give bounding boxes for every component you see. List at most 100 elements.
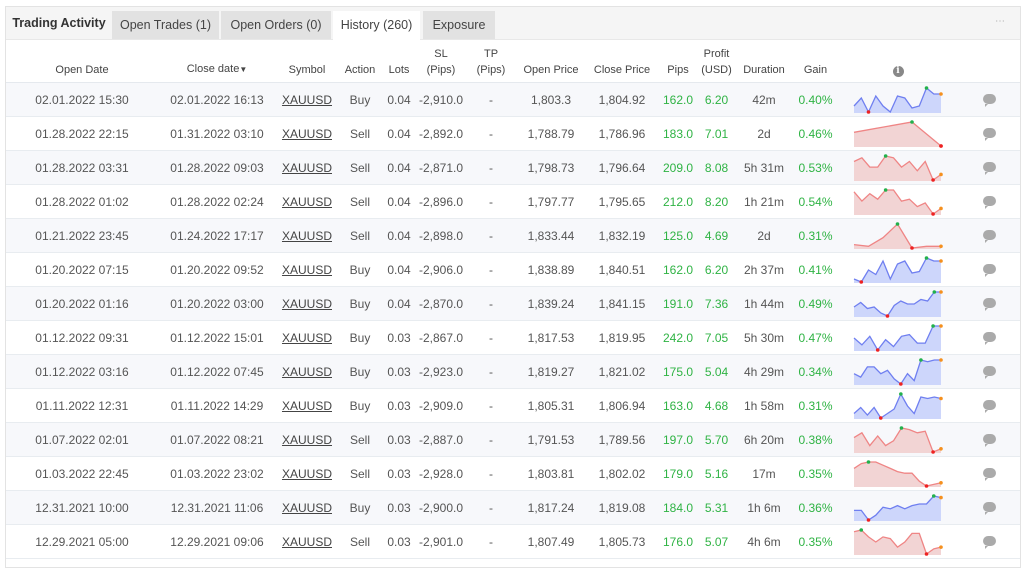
table-row[interactable]: 01.07.2022 02:01 01.07.2022 08:21 XAUUSD Se… [6,422,1020,457]
table-row[interactable]: 01.21.2022 23:45 01.24.2022 17:17 XAUUSD Se… [6,218,1020,253]
trade-sparkline [853,289,943,318]
sl-cell: -2,870.0 [416,286,466,321]
symbol-link-text[interactable]: XAUUSD [282,467,332,481]
col-profit[interactable]: Profit (USD) [698,40,735,83]
comment-icon[interactable] [982,161,996,175]
table-row[interactable]: 01.12.2022 09:31 01.12.2022 15:01 XAUUSD Bu… [6,320,1020,355]
open-date-cell: 01.28.2022 01:02 [6,184,158,219]
profit-cell-text: 5.04 [704,364,729,379]
tab-open-orders[interactable]: Open Orders (0) [221,11,331,39]
table-row[interactable]: 01.11.2022 12:31 01.11.2022 14:29 XAUUSD Bu… [6,388,1020,423]
symbol-link-text[interactable]: XAUUSD [282,501,332,515]
open-price-cell: 1,798.73 [516,150,586,185]
open-price-cell-text: 1,788.79 [527,126,575,141]
duration-cell-text: 42m [752,92,776,107]
tp-cell-text: - [489,126,493,141]
table-row[interactable]: 01.03.2022 22:45 01.03.2022 23:02 XAUUSD Se… [6,456,1020,491]
col-open-price[interactable]: Open Price [516,40,586,83]
col-action[interactable]: Action [338,40,382,83]
col-sl[interactable]: SL (Pips) [416,40,466,83]
tp-cell-text: - [489,500,493,515]
trade-sparkline [853,527,943,556]
col-close-price[interactable]: Close Price [586,40,658,83]
comment-icon[interactable] [982,433,996,447]
more-options-icon[interactable]: ⋯ [995,16,1006,27]
col-tp[interactable]: TP (Pips) [466,40,516,83]
tab-exposure[interactable]: Exposure [423,11,495,39]
comment-icon[interactable] [982,93,996,107]
symbol-link-text[interactable]: XAUUSD [282,161,332,175]
open-price-cell-text: 1,839.24 [527,296,575,311]
table-row[interactable]: 01.20.2022 01:16 01.20.2022 03:00 XAUUSD Bu… [6,286,1020,321]
tp-cell-text: - [489,432,493,447]
close-date-cell-text: 01.03.2022 23:02 [170,466,264,481]
comment-icon[interactable] [982,535,996,549]
table-row[interactable]: 12.31.2021 10:00 12.31.2021 11:06 XAUUSD Bu… [6,490,1020,525]
table-row[interactable]: 01.28.2022 22:15 01.31.2022 03:10 XAUUSD Se… [6,116,1020,151]
comment-icon[interactable] [982,399,996,413]
symbol-link-text[interactable]: XAUUSD [282,399,332,413]
lots-cell-text: 0.03 [387,534,411,549]
col-symbol[interactable]: Symbol [276,40,338,83]
symbol-link-text[interactable]: XAUUSD [282,433,332,447]
panel-title: Trading Activity [6,7,112,39]
col-lots-label: Lots [388,64,410,76]
action-cell: Sell [338,116,382,151]
pips-cell-text: 176.0 [662,534,694,549]
tp-cell: - [466,116,516,151]
open-date-cell: 01.28.2022 03:31 [6,150,158,185]
profit-cell-text: 5.70 [704,432,729,447]
comment-icon[interactable] [982,467,996,481]
symbol-link: XAUUSD [276,218,338,253]
comment-icon[interactable] [982,229,996,243]
open-date-cell-text: 01.20.2022 07:15 [35,262,129,277]
col-gain[interactable]: Gain [793,40,838,83]
duration-cell-text: 2d [757,126,771,141]
open-date-cell: 01.21.2022 23:45 [6,218,158,253]
open-date-cell-text: 01.11.2022 12:31 [35,398,129,413]
pips-cell-text: 163.0 [662,398,694,413]
comment-icon[interactable] [982,365,996,379]
col-open-date[interactable]: Open Date [6,40,158,83]
col-duration[interactable]: Duration [735,40,793,83]
comment-icon[interactable] [982,127,996,141]
table-row[interactable]: 01.28.2022 01:02 01.28.2022 02:24 XAUUSD Se… [6,184,1020,219]
action-cell-text: Buy [349,364,371,379]
sparkline-min-dot [875,347,880,352]
symbol-link-text[interactable]: XAUUSD [282,365,332,379]
comment-icon[interactable] [982,331,996,345]
close-date-cell-text: 01.24.2022 17:17 [170,228,264,243]
info-icon[interactable]: i [892,66,904,77]
table-row[interactable]: 01.28.2022 03:31 01.28.2022 09:03 XAUUSD Se… [6,150,1020,185]
tp-cell: - [466,286,516,321]
pips-cell: 179.0 [658,456,698,491]
symbol-link-text[interactable]: XAUUSD [282,229,332,243]
symbol-link-text[interactable]: XAUUSD [282,263,332,277]
symbol-link-text[interactable]: XAUUSD [282,127,332,141]
comment-icon[interactable] [982,195,996,209]
table-row[interactable]: 12.29.2021 05:00 12.29.2021 09:06 XAUUSD Se… [6,524,1020,559]
symbol-link-text[interactable]: XAUUSD [282,535,332,549]
sl-cell: -2,900.0 [416,490,466,525]
comment-icon[interactable] [982,297,996,311]
comment-icon[interactable] [982,263,996,277]
col-close-date[interactable]: Close date▼ [158,40,276,83]
col-lots[interactable]: Lots [382,40,416,83]
symbol-link-text[interactable]: XAUUSD [282,195,332,209]
action-cell-text: Buy [349,262,371,277]
symbol-link-text[interactable]: XAUUSD [282,93,332,107]
table-row[interactable]: 01.12.2022 03:16 01.12.2022 07:45 XAUUSD Bu… [6,354,1020,389]
comment-icon[interactable] [982,501,996,515]
profit-cell: 5.70 [698,422,735,457]
table-row[interactable]: 02.01.2022 15:30 02.01.2022 16:13 XAUUSD Bu… [6,82,1020,117]
symbol-link-text[interactable]: XAUUSD [282,297,332,311]
col-pips[interactable]: Pips [658,40,698,83]
pips-cell-text: 209.0 [662,160,694,175]
tab-open-trades[interactable]: Open Trades (1) [112,11,219,39]
open-date-cell-text: 01.03.2022 22:45 [35,466,129,481]
sparkline-max-dot [899,391,903,396]
tab-history[interactable]: History (260) [333,11,420,40]
action-cell-text: Sell [349,534,370,549]
symbol-link-text[interactable]: XAUUSD [282,331,332,345]
table-row[interactable]: 01.20.2022 07:15 01.20.2022 09:52 XAUUSD Bu… [6,252,1020,287]
